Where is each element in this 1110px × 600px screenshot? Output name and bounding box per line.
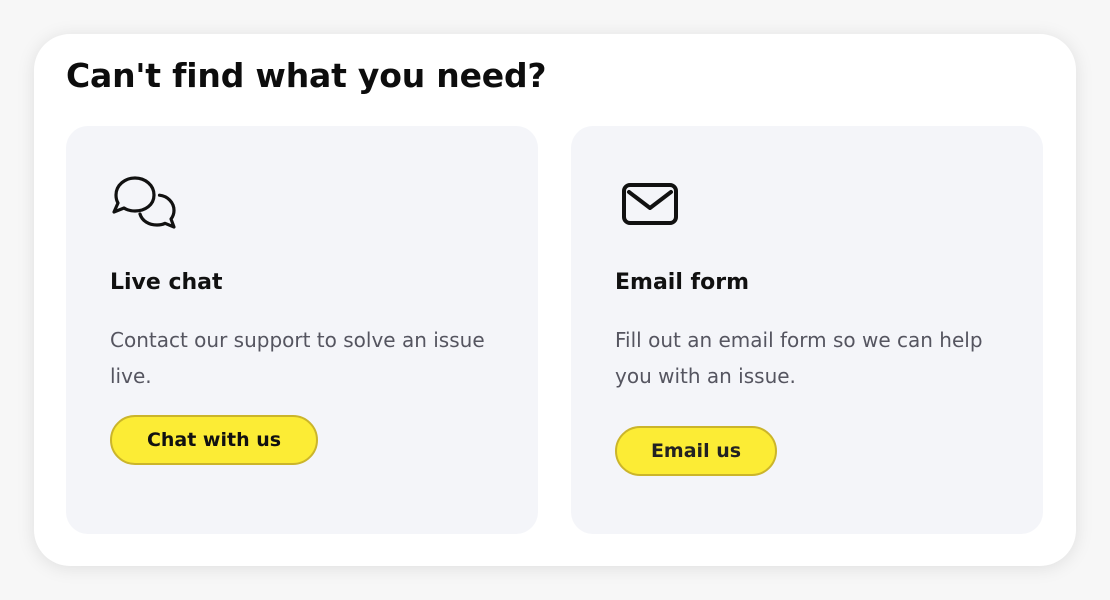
chat-with-us-button[interactable]: Chat with us bbox=[110, 415, 318, 465]
live-chat-title: Live chat bbox=[110, 270, 223, 295]
chat-bubbles-icon bbox=[112, 176, 176, 229]
support-options-panel: Can't find what you need? Live chat Cont… bbox=[34, 34, 1076, 566]
live-chat-card: Live chat Contact our support to solve a… bbox=[66, 126, 538, 534]
email-form-title: Email form bbox=[615, 270, 749, 295]
envelope-icon bbox=[622, 183, 678, 225]
email-form-description: Fill out an email form so we can help yo… bbox=[615, 328, 983, 388]
live-chat-description: Contact our support to solve an issue li… bbox=[110, 328, 485, 388]
email-us-button[interactable]: Email us bbox=[615, 426, 777, 476]
section-title: Can't find what you need? bbox=[66, 56, 547, 95]
email-form-card: Email form Fill out an email form so we … bbox=[571, 126, 1043, 534]
